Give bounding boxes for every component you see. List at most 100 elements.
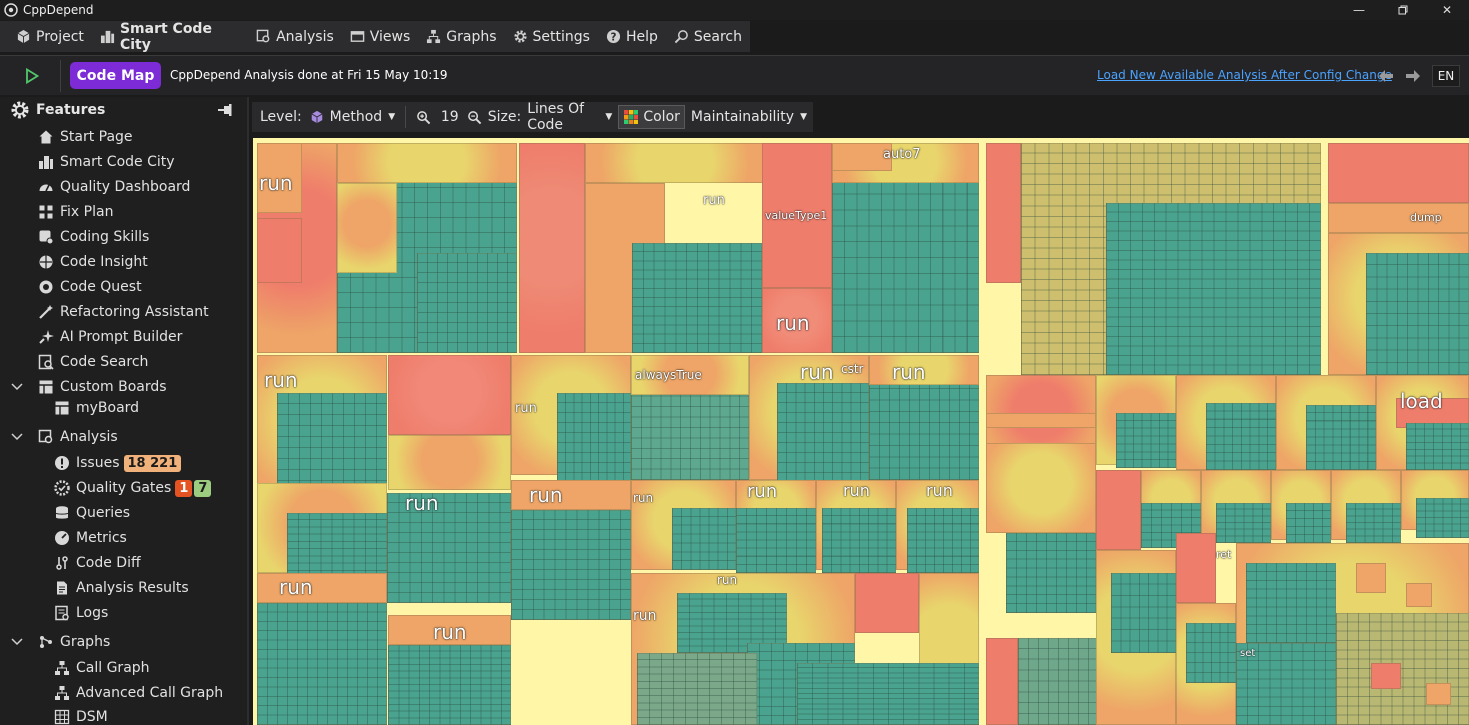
sidebar-item-fix-plan[interactable]: Fix Plan [38, 201, 113, 223]
treemap-cell[interactable] [1018, 638, 1098, 725]
code-map-treemap[interactable]: run auto7 run valueType1 run run alwaysTrue run… [253, 138, 1469, 725]
chevron-down-icon[interactable] [10, 429, 26, 445]
zoom-in-button[interactable] [410, 102, 437, 132]
sidebar-item-analysis[interactable]: Analysis [38, 426, 118, 448]
treemap-cell[interactable] [1206, 403, 1276, 470]
treemap-cell[interactable] [585, 143, 765, 183]
treemap-cell[interactable] [557, 393, 631, 483]
sidebar-item-queries[interactable]: Queries [54, 502, 130, 524]
treemap-panel-right[interactable]: dump load ret set [986, 143, 1469, 725]
minimize-icon[interactable]: — [1337, 0, 1381, 20]
treemap-cell[interactable] [1366, 253, 1469, 375]
sidebar-item-code-insight[interactable]: Code Insight [38, 251, 148, 273]
treemap-cell[interactable] [511, 510, 631, 620]
menu-graphs[interactable]: Graphs [418, 21, 504, 52]
treemap-panel-left[interactable]: run auto7 run valueType1 run run alwaysTrue run… [257, 143, 979, 725]
sidebar-item-ai-prompt-builder[interactable]: AI Prompt Builder [38, 326, 182, 348]
sidebar-item-quality-dashboard[interactable]: Quality Dashboard [38, 176, 190, 198]
pin-icon[interactable] [217, 103, 233, 117]
sidebar-item-call-graph[interactable]: Call Graph [54, 657, 150, 679]
treemap-cell[interactable] [257, 573, 387, 603]
sidebar-item-code-search[interactable]: Code Search [38, 351, 148, 373]
sidebar-item-start-page[interactable]: Start Page [38, 126, 133, 148]
color-toggle-button[interactable]: Color [618, 105, 685, 129]
size-dropdown[interactable]: Lines Of Code ▼ [521, 101, 618, 133]
treemap-cell[interactable] [632, 243, 762, 353]
treemap-cell[interactable] [777, 383, 869, 483]
sidebar-item-coding-skills[interactable]: Coding Skills [38, 226, 149, 248]
treemap-cell[interactable] [986, 443, 1096, 533]
run-analysis-button[interactable] [18, 66, 46, 86]
treemap-cell[interactable] [257, 218, 302, 283]
back-arrow-icon[interactable] [1375, 65, 1397, 87]
treemap-cell[interactable] [1246, 563, 1336, 643]
chevron-down-icon[interactable] [10, 379, 26, 395]
sidebar-item-graphs[interactable]: Graphs [38, 631, 110, 653]
treemap-cell[interactable] [1186, 623, 1236, 683]
treemap-cell[interactable] [417, 253, 517, 353]
sidebar-item-quality-gates[interactable]: Quality Gates 1 7 [54, 477, 212, 499]
sidebar-item-myboard[interactable]: myBoard [54, 397, 139, 419]
code-map-button[interactable]: Code Map [70, 62, 161, 89]
treemap-cell[interactable] [736, 508, 816, 573]
menu-smart-code-city[interactable]: Smart Code City [92, 21, 248, 53]
treemap-cell[interactable] [388, 645, 511, 725]
treemap-cell[interactable] [855, 573, 919, 633]
menu-views[interactable]: Views [342, 21, 419, 52]
treemap-cell[interactable] [287, 513, 387, 578]
treemap-cell[interactable] [1406, 583, 1432, 607]
menu-search[interactable]: Search [666, 21, 750, 52]
treemap-cell[interactable] [1346, 503, 1401, 543]
treemap-cell[interactable] [672, 508, 736, 570]
maximize-icon[interactable] [1381, 0, 1425, 20]
treemap-cell[interactable] [1328, 203, 1469, 233]
zoom-out-button[interactable] [463, 102, 486, 132]
treemap-cell[interactable] [1371, 663, 1401, 689]
treemap-cell[interactable] [1116, 413, 1176, 468]
color-metric-dropdown[interactable]: Maintainability ▼ [685, 102, 813, 132]
treemap-cell[interactable] [1006, 533, 1096, 613]
sidebar-item-refactoring-assistant[interactable]: Refactoring Assistant [38, 301, 209, 323]
treemap-cell[interactable] [337, 143, 517, 183]
sidebar-item-smart-code-city[interactable]: Smart Code City [38, 151, 175, 173]
treemap-cell[interactable] [986, 638, 1018, 725]
treemap-cell[interactable] [1328, 143, 1469, 203]
treemap-cell[interactable] [388, 355, 511, 435]
menu-analysis[interactable]: Analysis [248, 21, 342, 52]
sidebar-item-advanced-call-graph[interactable]: Advanced Call Graph [54, 682, 223, 704]
treemap-cell[interactable] [986, 413, 1096, 428]
treemap-cell[interactable] [1111, 573, 1176, 653]
treemap-cell[interactable] [1216, 503, 1271, 543]
treemap-cell[interactable] [388, 435, 511, 490]
treemap-cell[interactable] [822, 508, 896, 573]
sidebar-item-logs[interactable]: Logs [54, 602, 108, 624]
sidebar-item-dsm[interactable]: DSM [54, 706, 108, 725]
treemap-cell[interactable] [1096, 470, 1141, 550]
treemap-cell[interactable] [797, 663, 979, 725]
treemap-cell[interactable] [1416, 498, 1469, 538]
chevron-down-icon[interactable] [10, 634, 26, 650]
treemap-cell[interactable] [1406, 423, 1469, 470]
treemap-cell[interactable] [907, 508, 979, 573]
treemap-cell[interactable] [1426, 683, 1451, 705]
close-icon[interactable]: ✕ [1425, 0, 1469, 20]
sidebar-item-metrics[interactable]: Metrics [54, 527, 127, 549]
treemap-cell[interactable] [1286, 503, 1331, 543]
menu-project[interactable]: Project [8, 21, 92, 52]
sidebar-item-issues[interactable]: Issues 18 221 [54, 452, 182, 474]
load-new-analysis-link[interactable]: Load New Available Analysis After Config… [1097, 68, 1392, 82]
language-selector[interactable]: EN [1432, 65, 1460, 87]
menu-help[interactable]: ? Help [598, 21, 666, 52]
sidebar-item-custom-boards[interactable]: Custom Boards [38, 376, 167, 398]
menu-settings[interactable]: Settings [505, 21, 598, 52]
treemap-cell[interactable] [519, 143, 585, 353]
forward-arrow-icon[interactable] [1402, 65, 1424, 87]
treemap-cell[interactable] [337, 183, 397, 273]
sidebar-item-code-diff[interactable]: Code Diff [54, 552, 141, 574]
level-dropdown[interactable]: Method ▼ [308, 102, 401, 132]
treemap-cell[interactable] [1336, 613, 1469, 725]
treemap-cell[interactable] [986, 143, 1021, 283]
treemap-cell[interactable] [1306, 405, 1376, 470]
sidebar-item-analysis-results[interactable]: Analysis Results [54, 577, 189, 599]
treemap-cell[interactable] [257, 603, 387, 725]
